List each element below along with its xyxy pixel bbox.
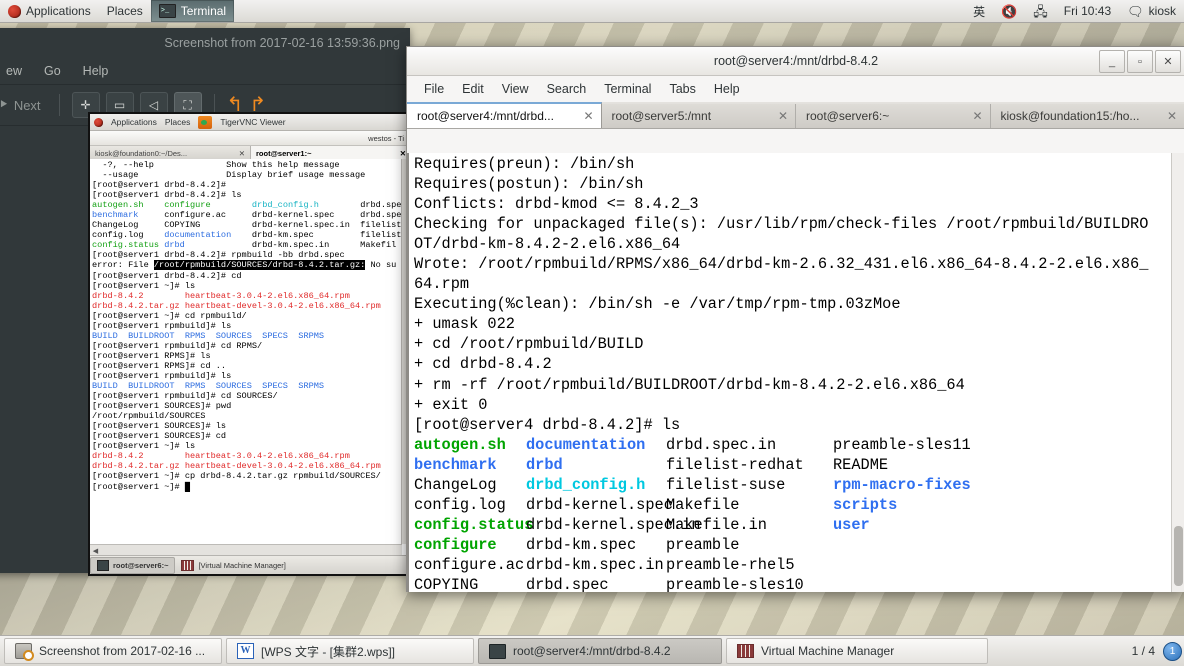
- tab-foundation15[interactable]: kiosk@foundation15:/ho... ✕: [990, 104, 1184, 128]
- task-vmm[interactable]: Virtual Machine Manager: [726, 638, 988, 664]
- close-icon[interactable]: ✕: [772, 109, 788, 123]
- task-screenshot[interactable]: Screenshot from 2017-02-16 ...: [4, 638, 222, 664]
- next-image-button[interactable]: ⯈⯈ Next: [0, 97, 47, 113]
- menu-terminal[interactable]: Terminal: [595, 79, 660, 99]
- terminal-window[interactable]: root@server4:/mnt/drbd-8.4.2 _ ▫ ✕ File …: [406, 46, 1184, 592]
- vnc-top-panel: Applications Places TigerVNC Viewer: [90, 114, 412, 131]
- toolbar-separator: [58, 94, 60, 116]
- menu-go[interactable]: Go: [44, 64, 61, 78]
- task-wps[interactable]: W [WPS 文字 - [集群2.wps]]: [226, 638, 474, 664]
- clock-label: Fri 10:43: [1063, 4, 1112, 18]
- panel-right-area: 1 / 4 1: [1131, 641, 1184, 661]
- vnc-terminal-output: -?, --help Show this help message --usag…: [90, 159, 402, 544]
- close-icon[interactable]: ✕: [1155, 50, 1181, 73]
- wps-icon: W: [237, 643, 254, 659]
- redhat-logo-icon: [8, 4, 21, 18]
- menu-help[interactable]: Help: [83, 64, 109, 78]
- terminal-titlebar[interactable]: root@server4:/mnt/drbd-8.4.2 _ ▫ ✕: [407, 47, 1184, 76]
- vmm-icon: [737, 644, 754, 658]
- applications-label: Applications: [26, 4, 91, 18]
- vnc-tab-label: kiosk@foundation0:~/Des...: [95, 149, 188, 158]
- terminal-icon: [97, 559, 109, 571]
- task-label: [WPS 文字 - [集群2.wps]]: [261, 644, 396, 659]
- network-indicator[interactable]: 🖧: [1025, 0, 1056, 22]
- user-label: kiosk: [1148, 4, 1176, 18]
- applications-menu[interactable]: Applications: [0, 0, 99, 22]
- close-icon[interactable]: ✕: [1161, 109, 1177, 123]
- bottom-taskbar: Screenshot from 2017-02-16 ... W [WPS 文字…: [0, 635, 1184, 666]
- menu-tabs[interactable]: Tabs: [660, 79, 704, 99]
- maximize-icon[interactable]: ▫: [1127, 50, 1153, 73]
- input-method-label: 英: [973, 4, 986, 19]
- top-panel: Applications Places >_ Terminal 英 🔇 🖧 Fr…: [0, 0, 1184, 23]
- menu-search[interactable]: Search: [538, 79, 596, 99]
- screenshot-image-content: Applications Places TigerVNC Viewer west…: [88, 112, 414, 576]
- menu-file[interactable]: File: [415, 79, 453, 99]
- input-method-indicator[interactable]: 英: [965, 0, 993, 22]
- vnc-taskbar: root@server6:~ [Virtual Machine Manager]: [90, 555, 412, 574]
- tab-label: root@server4:/mnt/drbd...: [417, 109, 554, 123]
- vnc-task-0[interactable]: root@server6:~: [90, 556, 176, 574]
- places-label: Places: [106, 4, 143, 18]
- terminal-icon: [489, 643, 506, 659]
- next-label: Next: [13, 97, 41, 113]
- terminal-tabbar: root@server4:/mnt/drbd... ✕ root@server5…: [407, 102, 1184, 129]
- image-viewer-icon: [15, 643, 34, 661]
- menu-view[interactable]: View: [493, 79, 538, 99]
- workspace-indicator: 1 / 4: [1131, 644, 1155, 658]
- task-label: root@server4:/mnt/drbd-8.4.2: [513, 644, 671, 658]
- task-terminal[interactable]: root@server4:/mnt/drbd-8.4.2: [478, 638, 722, 664]
- terminal-title: root@server4:/mnt/drbd-8.4.2: [713, 54, 879, 68]
- vmm-icon: [181, 559, 195, 571]
- menu-help[interactable]: Help: [705, 79, 749, 99]
- next-arrow-icon: ⯈⯈: [0, 97, 9, 112]
- tab-label: root@server5:/mnt: [611, 109, 712, 123]
- close-icon[interactable]: ✕: [239, 149, 245, 158]
- vnc-task-label: root@server6:~: [113, 560, 169, 570]
- close-icon[interactable]: ✕: [577, 109, 593, 123]
- vnc-task-label: [Virtual Machine Manager]: [198, 560, 286, 570]
- image-viewer-titlebar: Screenshot from 2017-02-16 13:59:36.png: [0, 28, 410, 58]
- tab-label: root@server6:~: [806, 109, 890, 123]
- redhat-logo-icon: [94, 117, 103, 127]
- vnc-places-label: Places: [164, 117, 191, 127]
- tab-label: kiosk@foundation15:/ho...: [1000, 109, 1140, 123]
- chat-icon: 🗨: [1127, 3, 1144, 19]
- workspace-switcher[interactable]: 1: [1163, 641, 1182, 661]
- terminal-icon: >_: [158, 4, 176, 18]
- volume-indicator[interactable]: 🔇: [993, 0, 1025, 22]
- close-icon[interactable]: ✕: [966, 109, 982, 123]
- menu-edit[interactable]: Edit: [453, 79, 493, 99]
- minimize-icon[interactable]: _: [1099, 50, 1125, 73]
- vnc-task-1[interactable]: [Virtual Machine Manager]: [175, 558, 291, 573]
- vnc-app-label: TigerVNC Viewer: [220, 117, 286, 127]
- menu-view[interactable]: ew: [6, 64, 22, 78]
- vnc-window-title: westos - Ti: [90, 131, 412, 146]
- terminal-output[interactable]: Requires(preun): /bin/sh Requires(postun…: [407, 153, 1184, 592]
- clock[interactable]: Fri 10:43: [1056, 0, 1119, 22]
- active-window-label: Terminal: [180, 4, 227, 18]
- task-label: Virtual Machine Manager: [761, 644, 895, 658]
- vnc-tab-label: root@server1:~: [256, 149, 312, 158]
- image-viewer-title: Screenshot from 2017-02-16 13:59:36.png: [164, 36, 400, 50]
- window-buttons: _ ▫ ✕: [1099, 50, 1181, 73]
- scroll-left-icon[interactable]: ◀: [90, 547, 101, 555]
- tab-server5[interactable]: root@server5:/mnt ✕: [601, 104, 796, 128]
- task-label: Screenshot from 2017-02-16 ...: [39, 644, 206, 658]
- window-list-terminal[interactable]: >_ Terminal: [150, 0, 235, 22]
- volume-muted-icon: 🔇: [1001, 3, 1018, 19]
- places-menu[interactable]: Places: [99, 0, 151, 22]
- vnc-applications-label: Applications: [111, 117, 157, 127]
- terminal-scrollbar[interactable]: [1171, 153, 1184, 592]
- terminal-menubar: File Edit View Search Terminal Tabs Help: [407, 76, 1184, 102]
- tab-server6[interactable]: root@server6:~ ✕: [796, 104, 991, 128]
- tigervnc-icon: [198, 115, 213, 129]
- network-disconnected-icon: 🖧: [1033, 3, 1048, 19]
- tab-server4[interactable]: root@server4:/mnt/drbd... ✕: [407, 102, 602, 128]
- user-menu[interactable]: 🗨 kiosk: [1119, 0, 1184, 22]
- image-viewer-menubar: ew Go Help: [0, 58, 410, 85]
